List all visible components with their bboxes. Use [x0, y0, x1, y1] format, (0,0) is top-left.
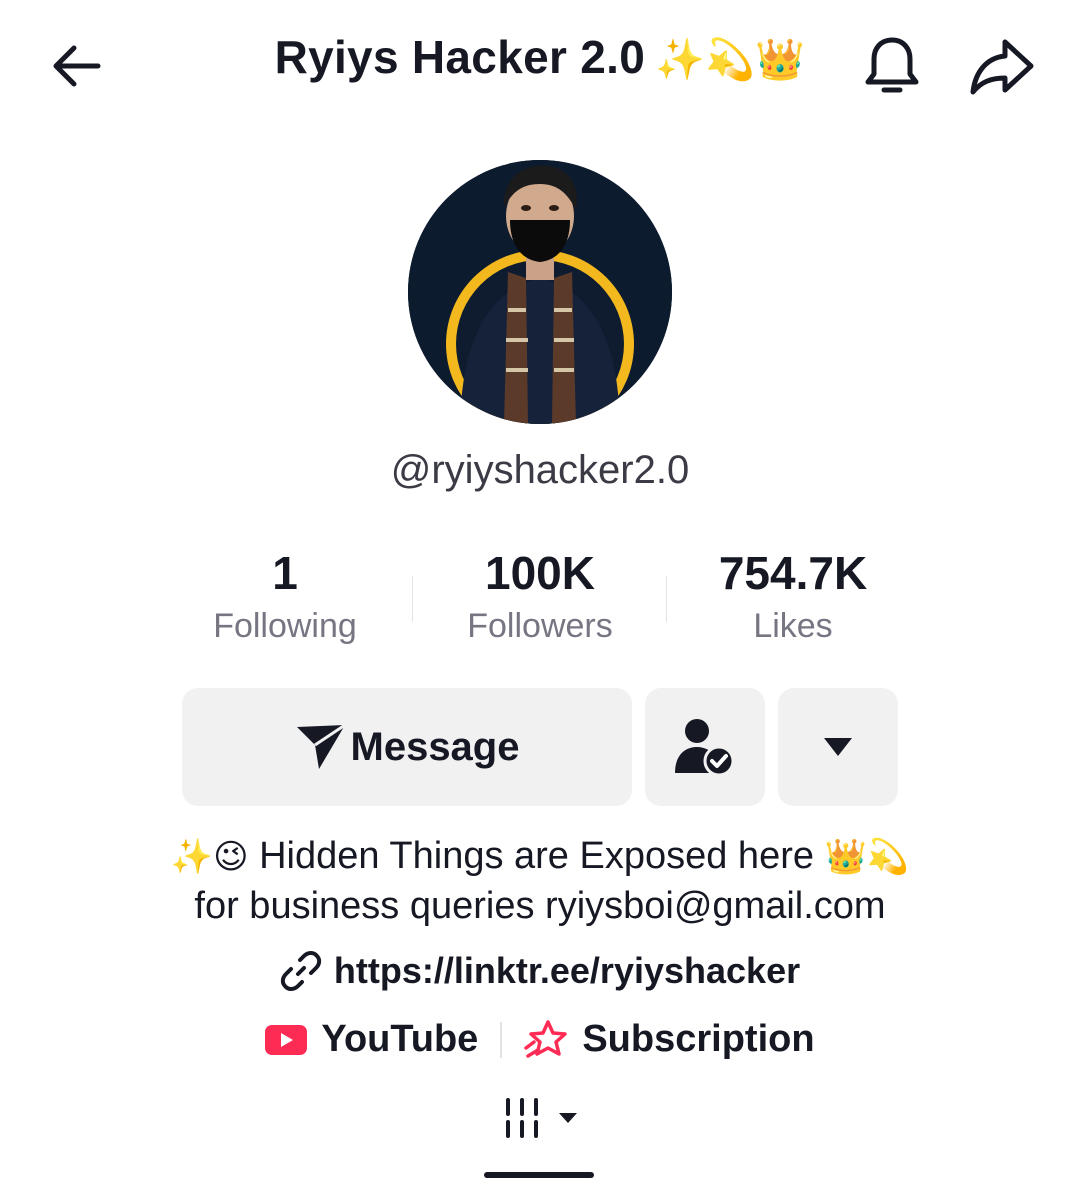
subscription-star-icon — [524, 1019, 568, 1058]
bio-emoji-trail: 👑💫 — [824, 838, 910, 876]
share-button[interactable] — [962, 26, 1042, 106]
link-icon — [280, 951, 322, 991]
following-status-button[interactable] — [645, 688, 765, 806]
paper-plane-icon — [296, 723, 346, 769]
user-check-icon — [675, 719, 735, 777]
username: @ryiyshacker2.0 — [390, 448, 690, 492]
stat-value: 1 — [272, 547, 298, 599]
avatar[interactable] — [408, 160, 672, 424]
subscription-link[interactable]: Subscription — [524, 1018, 815, 1061]
avatar-image — [408, 160, 672, 424]
videos-tab[interactable] — [504, 1096, 578, 1140]
grid-columns-icon — [506, 1098, 538, 1138]
profile-link[interactable]: https://linktr.ee/ryiyshacker — [0, 950, 1080, 992]
stat-value: 100K — [485, 547, 595, 599]
page-title: Ryiys Hacker 2.0 ✨💫👑 — [160, 30, 920, 84]
bio-emoji-lead: ✨😉 — [170, 838, 249, 876]
back-button[interactable] — [36, 26, 116, 106]
tab-indicator — [484, 1172, 594, 1178]
share-arrow-icon — [970, 39, 1034, 95]
bio-line-1: ✨😉 Hidden Things are Exposed here 👑💫 — [0, 835, 1080, 878]
stat-likes[interactable]: 754.7K Likes — [673, 545, 913, 646]
stat-divider — [412, 576, 413, 622]
stat-value: 754.7K — [718, 547, 868, 599]
subscription-label: Subscription — [582, 1018, 815, 1060]
bio-text: Hidden Things are Exposed here — [259, 835, 814, 877]
stat-following[interactable]: 1 Following — [165, 545, 405, 646]
stat-label: Following — [213, 607, 357, 645]
social-links: YouTube Subscription — [0, 1018, 1080, 1061]
title-emoji: ✨💫👑 — [655, 38, 806, 82]
caret-down-icon — [824, 738, 852, 756]
more-options-button[interactable] — [778, 688, 898, 806]
social-divider — [500, 1021, 503, 1058]
caret-down-icon — [559, 1113, 577, 1123]
stat-divider — [666, 576, 667, 622]
link-url: https://linktr.ee/ryiyshacker — [333, 950, 801, 991]
page-title-text: Ryiys Hacker 2.0 — [274, 31, 646, 83]
bio-line-2: for business queries ryiysboi@gmail.com — [194, 885, 886, 927]
message-button[interactable]: Message — [182, 688, 632, 806]
youtube-label: YouTube — [321, 1018, 479, 1060]
youtube-link[interactable]: YouTube — [265, 1018, 478, 1061]
stat-followers[interactable]: 100K Followers — [420, 545, 660, 646]
message-label: Message — [350, 724, 520, 769]
stat-label: Followers — [467, 607, 613, 645]
youtube-icon — [265, 1024, 308, 1055]
stat-label: Likes — [753, 607, 833, 645]
notifications-button[interactable] — [852, 26, 932, 106]
bell-icon — [865, 37, 919, 93]
arrow-left-icon — [53, 45, 101, 87]
